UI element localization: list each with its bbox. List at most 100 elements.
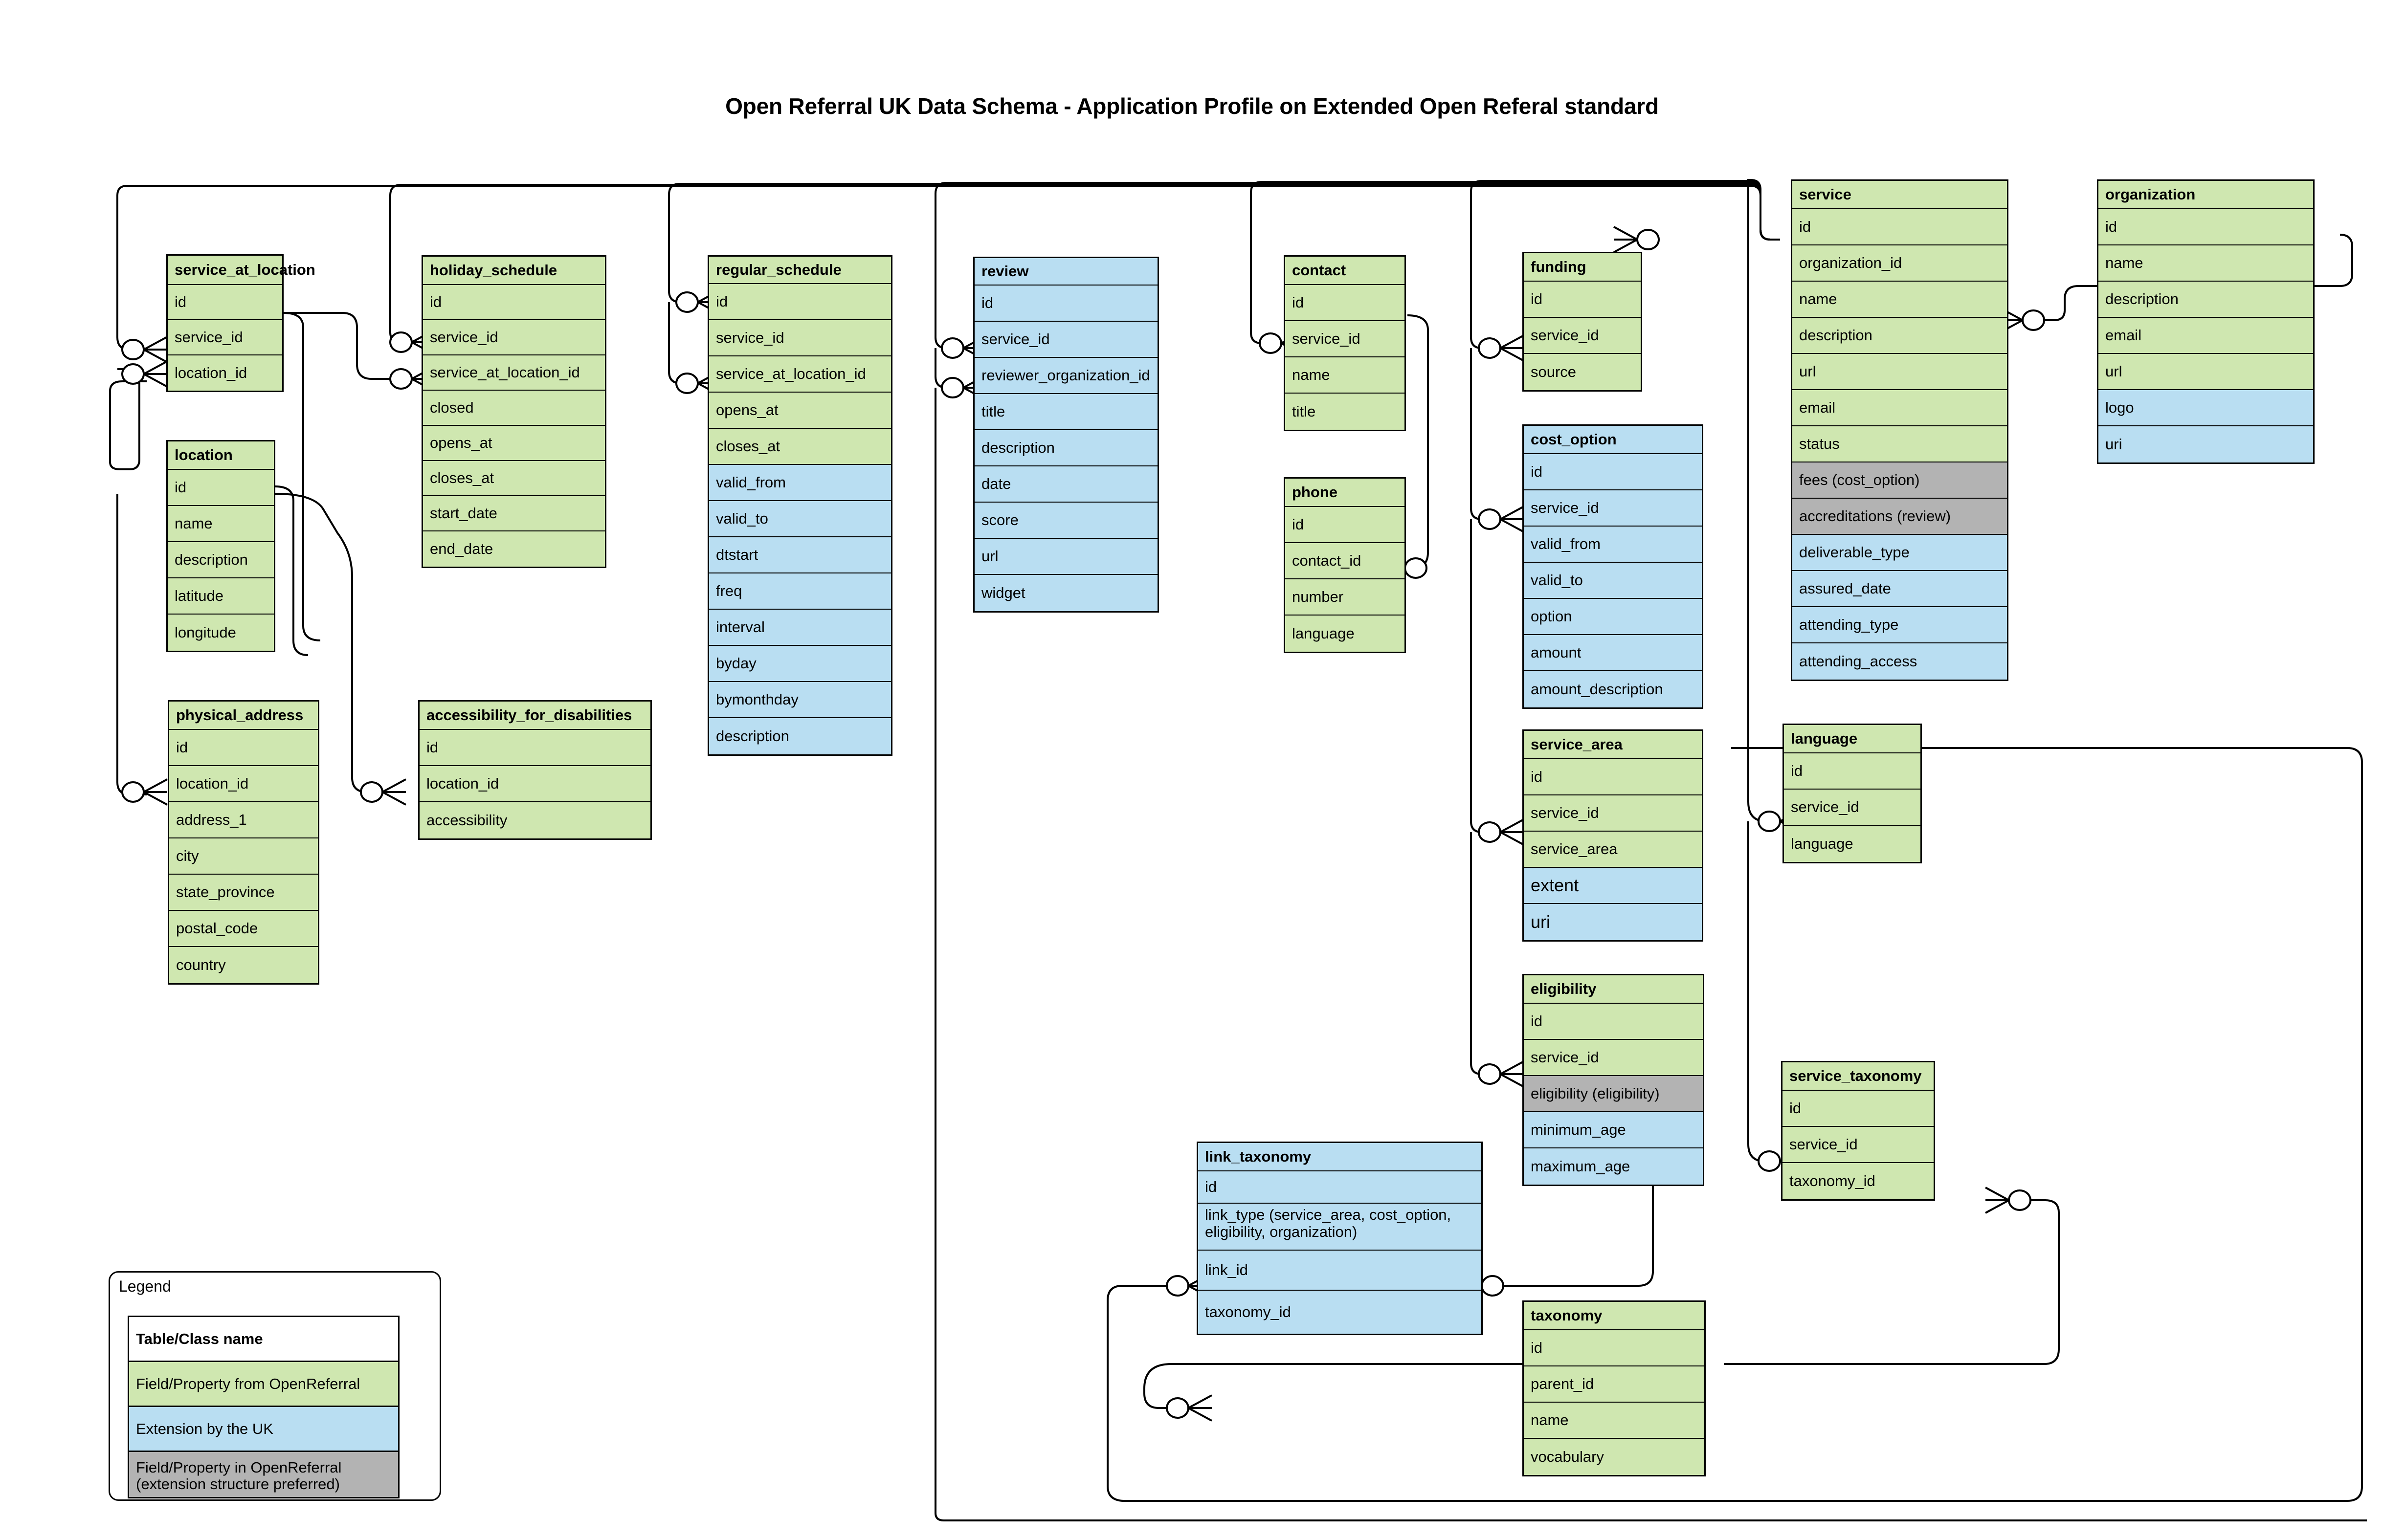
field-row: url bbox=[1792, 354, 2007, 390]
field-row: service_at_location_id bbox=[423, 355, 605, 391]
field-row: dtstart bbox=[709, 537, 891, 573]
field-row: closes_at bbox=[423, 461, 605, 496]
field-row: service_id bbox=[1782, 1127, 1934, 1163]
field-row: valid_from bbox=[1524, 527, 1702, 563]
entity-title: accessibility_for_disabilities bbox=[420, 702, 650, 730]
field-row: score bbox=[975, 503, 1158, 539]
field-row: closed bbox=[423, 391, 605, 426]
field-row: id bbox=[1524, 1330, 1704, 1366]
entity-regular_schedule[interactable]: regular_schedule id service_id service_a… bbox=[708, 255, 892, 756]
entity-title: service_at_location bbox=[168, 256, 315, 285]
legend-item: Extension by the UK bbox=[129, 1407, 398, 1452]
entity-link_taxonomy[interactable]: link_taxonomy id link_type (service_area… bbox=[1197, 1142, 1483, 1335]
field-row: id bbox=[1524, 282, 1641, 318]
field-row: url bbox=[2098, 354, 2313, 390]
field-row: reviewer_organization_id bbox=[975, 358, 1158, 394]
field-row: logo bbox=[2098, 390, 2313, 426]
field-row: location_id bbox=[420, 766, 650, 802]
entity-language[interactable]: language id service_id language bbox=[1782, 724, 1922, 863]
entity-title: service bbox=[1792, 181, 2007, 209]
field-row: service_id bbox=[1285, 321, 1404, 357]
entity-title: cost_option bbox=[1524, 426, 1702, 454]
entity-title: service_taxonomy bbox=[1782, 1062, 1934, 1091]
field-row: parent_id bbox=[1524, 1366, 1704, 1403]
field-row: latitude bbox=[168, 578, 274, 615]
legend-swatch-list: Table/Class name Field/Property from Ope… bbox=[128, 1316, 400, 1498]
legend: Legend Table/Class name Field/Property f… bbox=[109, 1271, 441, 1501]
entity-title: organization bbox=[2098, 181, 2313, 209]
field-row: id bbox=[1524, 454, 1702, 490]
entity-phone[interactable]: phone id contact_id number language bbox=[1284, 477, 1406, 653]
field-row: id bbox=[975, 286, 1158, 322]
field-row: language bbox=[1285, 616, 1404, 652]
field-row: vocabulary bbox=[1524, 1439, 1704, 1475]
field-row: link_id bbox=[1198, 1251, 1481, 1291]
field-row: eligibility (eligibility) bbox=[1524, 1076, 1703, 1112]
entity-title: phone bbox=[1285, 479, 1404, 507]
field-row: id bbox=[1524, 1004, 1703, 1040]
legend-item: Field/Property from OpenReferral bbox=[129, 1362, 398, 1407]
field-row: attending_access bbox=[1792, 643, 2007, 680]
entity-title: language bbox=[1784, 725, 1920, 753]
field-row: title bbox=[975, 394, 1158, 430]
field-row: uri bbox=[1524, 904, 1702, 940]
entity-accessibility_for_disabilities[interactable]: accessibility_for_disabilities id locati… bbox=[418, 700, 652, 840]
entity-physical_address[interactable]: physical_address id location_id address_… bbox=[168, 700, 319, 985]
entity-review[interactable]: review id service_id reviewer_organizati… bbox=[973, 257, 1159, 613]
field-row: service_id bbox=[709, 320, 891, 356]
entity-cost_option[interactable]: cost_option id service_id valid_from val… bbox=[1522, 424, 1703, 709]
field-row: freq bbox=[709, 573, 891, 610]
entity-service_taxonomy[interactable]: service_taxonomy id service_id taxonomy_… bbox=[1781, 1061, 1935, 1201]
field-row: service_id bbox=[1524, 490, 1702, 527]
field-row: id bbox=[1784, 753, 1920, 790]
field-row: link_type (service_area, cost_option, el… bbox=[1198, 1204, 1481, 1251]
field-row: interval bbox=[709, 610, 891, 646]
field-row: minimum_age bbox=[1524, 1112, 1703, 1148]
entity-eligibility[interactable]: eligibility id service_id eligibility (e… bbox=[1522, 974, 1704, 1186]
entity-title: contact bbox=[1285, 257, 1404, 285]
entity-taxonomy[interactable]: taxonomy id parent_id name vocabulary bbox=[1522, 1300, 1706, 1476]
field-row: id bbox=[1285, 507, 1404, 543]
field-row: description bbox=[168, 542, 274, 578]
field-row: end_date bbox=[423, 531, 605, 567]
field-row: name bbox=[2098, 245, 2313, 282]
field-row: id bbox=[423, 285, 605, 320]
field-row: url bbox=[975, 539, 1158, 575]
field-row: service_at_location_id bbox=[709, 356, 891, 393]
field-row: id bbox=[168, 470, 274, 506]
field-row: valid_from bbox=[709, 465, 891, 501]
field-row: country bbox=[169, 947, 318, 983]
entity-holiday_schedule[interactable]: holiday_schedule id service_id service_a… bbox=[422, 255, 606, 568]
entity-funding[interactable]: funding id service_id source bbox=[1522, 252, 1642, 392]
field-row: email bbox=[1792, 390, 2007, 426]
entity-service_area[interactable]: service_area id service_id service_area … bbox=[1522, 729, 1703, 942]
entity-organization[interactable]: organization id name description email u… bbox=[2097, 179, 2315, 464]
field-row: closes_at bbox=[709, 429, 891, 465]
entity-title: taxonomy bbox=[1524, 1302, 1704, 1330]
field-row: taxonomy_id bbox=[1782, 1163, 1934, 1199]
field-row: service_id bbox=[1524, 1040, 1703, 1076]
legend-title: Legend bbox=[119, 1277, 171, 1295]
field-row: start_date bbox=[423, 496, 605, 531]
field-row: service_id bbox=[975, 322, 1158, 358]
field-row: postal_code bbox=[169, 911, 318, 947]
field-row: attending_type bbox=[1792, 607, 2007, 643]
entity-title: holiday_schedule bbox=[423, 257, 605, 285]
field-row: amount_description bbox=[1524, 671, 1702, 707]
entity-service[interactable]: service id organization_id name descript… bbox=[1791, 179, 2008, 681]
field-row: city bbox=[169, 838, 318, 875]
field-row: maximum_age bbox=[1524, 1148, 1703, 1185]
field-row: email bbox=[2098, 318, 2313, 354]
entity-service_at_location[interactable]: service_at_location id service_id locati… bbox=[166, 254, 315, 392]
entity-location[interactable]: location id name description latitude lo… bbox=[166, 440, 275, 652]
field-row: name bbox=[1524, 1403, 1704, 1439]
field-row: accreditations (review) bbox=[1792, 499, 2007, 535]
field-row: id bbox=[1524, 759, 1702, 795]
field-row: language bbox=[1784, 826, 1920, 862]
entity-contact[interactable]: contact id service_id name title bbox=[1284, 255, 1406, 431]
entity-title: eligibility bbox=[1524, 975, 1703, 1004]
field-row: id bbox=[169, 730, 318, 766]
field-row: source bbox=[1524, 354, 1641, 390]
field-row: name bbox=[168, 506, 274, 542]
legend-item: Table/Class name bbox=[129, 1317, 398, 1362]
